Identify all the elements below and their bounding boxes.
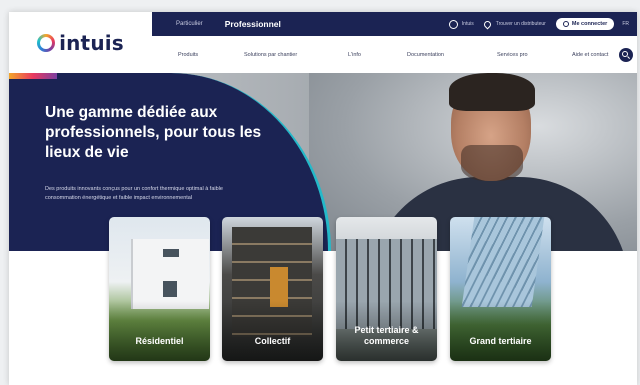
intuis-ring-icon (448, 19, 458, 29)
card-grand-tertiaire[interactable]: Grand tertiaire (450, 217, 551, 361)
hero-subtitle: Des produits innovants conçus pour un co… (45, 186, 223, 201)
location-pin-icon (482, 19, 493, 29)
search-icon (622, 51, 628, 57)
top-bar-actions: Intuis Trouver un distributeur Me connec… (448, 18, 637, 30)
card-shade (450, 301, 551, 361)
logo-text: intuis (59, 30, 124, 55)
card-label: Petit tertiaire & commerce (354, 325, 419, 346)
distributor-link[interactable]: Trouver un distributeur (482, 19, 546, 29)
glass-tower-shape (461, 217, 545, 307)
card-collectif[interactable]: Collectif (222, 217, 323, 361)
card-shade (222, 301, 323, 361)
connect-button-label: Me connecter (571, 21, 608, 27)
logo-ring-icon (37, 33, 56, 52)
main-nav: Produits Solutions par chantier L'info D… (152, 36, 637, 73)
card-residentiel[interactable]: Résidentiel (109, 217, 210, 361)
card-label: Collectif (254, 336, 291, 346)
tab-professionnel[interactable]: Professionnel (215, 19, 291, 29)
distributor-link-label: Trouver un distributeur (495, 21, 546, 27)
intuis-link-label: Intuis (461, 21, 474, 27)
nav-item-produits[interactable]: Produits (178, 52, 198, 58)
tab-particulier[interactable]: Particulier (164, 21, 215, 27)
card-petit-tertiaire[interactable]: Petit tertiaire & commerce (336, 217, 437, 361)
language-selector[interactable]: FR (622, 21, 629, 27)
logo[interactable]: intuis (9, 12, 152, 73)
house-shape (131, 239, 209, 309)
hero-person-beard (461, 145, 523, 181)
nav-item-info[interactable]: L'info (348, 52, 361, 58)
intuis-link[interactable]: Intuis (448, 19, 474, 29)
card-shade (109, 301, 210, 361)
nav-item-solutions[interactable]: Solutions par chantier (244, 52, 297, 58)
nav-item-services-pro[interactable]: Services pro (497, 52, 528, 58)
card-label: Résidentiel (135, 336, 184, 346)
hero-gradient-accent (9, 73, 57, 79)
connect-button[interactable]: Me connecter (555, 18, 615, 30)
top-bar: Particulier Professionnel Intuis Trouver… (152, 12, 637, 36)
card-label: Grand tertiaire (469, 336, 532, 346)
hero-title: Une gamme dédiée aux professionnels, pou… (45, 104, 262, 161)
nav-item-aide-contact[interactable]: Aide et contact (572, 52, 608, 58)
browser-page: intuis Particulier Professionnel Intuis … (9, 12, 637, 385)
nav-item-documentation[interactable]: Documentation (407, 52, 444, 58)
user-icon (562, 21, 569, 27)
search-button[interactable] (619, 48, 633, 62)
hero-person-hair (449, 73, 535, 111)
